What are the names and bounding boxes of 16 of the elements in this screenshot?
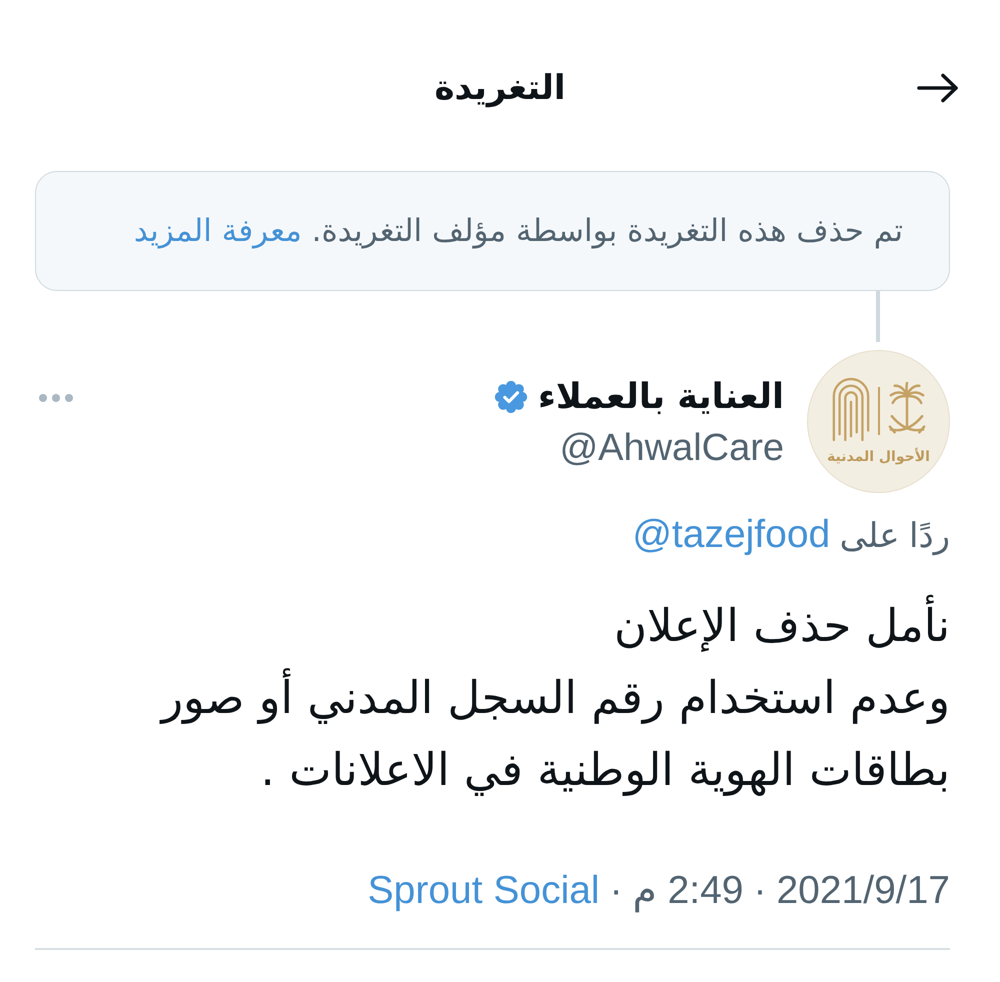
- meta-separator: ·: [753, 868, 766, 914]
- author-handle[interactable]: @AhwalCare: [560, 427, 784, 469]
- source-app-link[interactable]: Sprout Social: [368, 868, 600, 914]
- avatar-logo[interactable]: الأحوال المدنية: [807, 350, 950, 493]
- fingerprint-icon: [830, 377, 870, 444]
- author-name[interactable]: العناية بالعملاء: [538, 377, 784, 417]
- timestamp-text: 2:49 م: [632, 868, 744, 914]
- back-arrow-icon[interactable]: [916, 72, 960, 104]
- timestamp-text: 2021/9/17: [776, 868, 950, 914]
- page-title: التغريدة: [434, 67, 566, 110]
- avatar-logo-text: الأحوال المدنية: [827, 448, 930, 466]
- learn-more-link[interactable]: معرفة المزيد: [134, 213, 302, 249]
- meta-separator: ·: [610, 868, 623, 914]
- tweet-text: نأمل حذف الإعلان وعدم استخدام رقم السجل المدني أو صور بطاقات الهوية الوطنية في الاعلانات .: [35, 590, 950, 806]
- deleted-notice-text: تم حذف هذه التغريدة بواسطة مؤلف التغريدة. معرفة المزيد: [134, 213, 903, 249]
- replied-user-link[interactable]: @tazejfood: [632, 513, 830, 556]
